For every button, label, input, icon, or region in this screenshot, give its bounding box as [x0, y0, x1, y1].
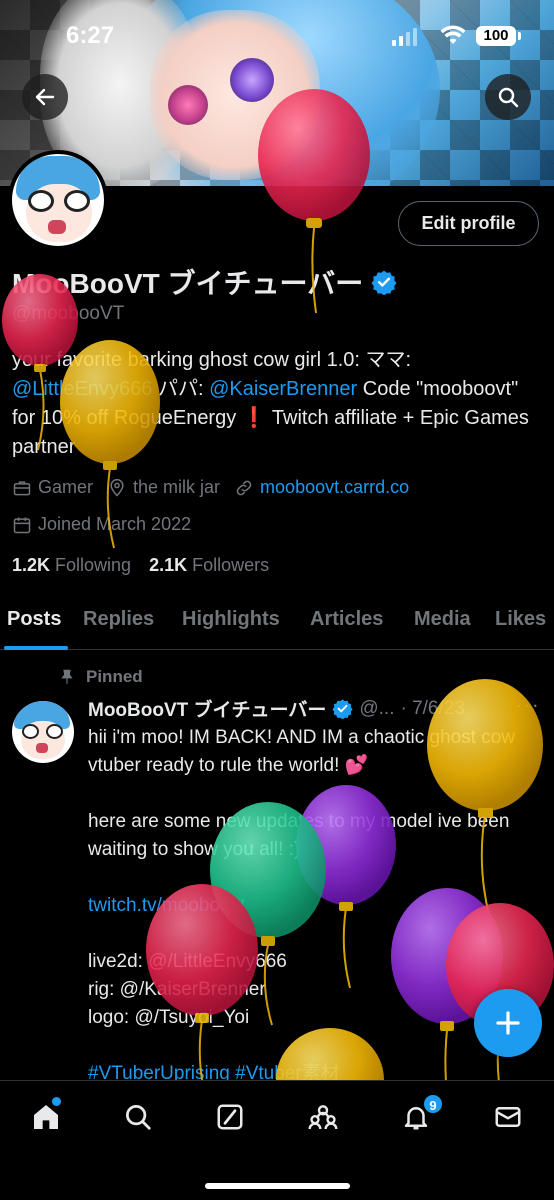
tweet-line — [88, 780, 538, 808]
tab-articles[interactable]: Articles — [310, 608, 383, 631]
pin-icon — [61, 669, 73, 684]
back-button[interactable] — [22, 74, 68, 120]
profile-name: MooBooVT ブイチューバー — [12, 268, 364, 299]
profile-meta-row: Gamer the milk jar mooboovt.carrd.co — [12, 477, 417, 498]
signal-icon — [392, 28, 417, 46]
status-bar: 6:27 100 — [0, 22, 554, 52]
location-label: the milk jar — [133, 477, 221, 497]
tab-posts[interactable]: Posts — [7, 608, 61, 631]
profile-tabs: Posts Replies Highlights Articles Media … — [0, 600, 554, 650]
search-button[interactable] — [485, 74, 531, 120]
home-indicator — [205, 1183, 350, 1189]
followers-count: 2.1K — [149, 555, 188, 575]
compose-post-button[interactable] — [474, 989, 542, 1057]
tweet-line: here are some new updates to my model iv… — [88, 811, 510, 860]
nav-communities[interactable] — [305, 1099, 341, 1135]
avatar-mouth — [48, 220, 66, 234]
profile-avatar[interactable] — [8, 150, 108, 250]
search-icon — [126, 1105, 151, 1130]
tab-media[interactable]: Media — [414, 608, 471, 631]
communities-icon — [308, 1105, 338, 1130]
bio-text: your favorite barking ghost cow girl 1.0… — [12, 349, 412, 371]
banner-art-eye-left — [168, 85, 208, 125]
tweet-header: MooBooVT ブイチューバー @... · 7/6/23 — [88, 695, 465, 722]
tweet-avatar-mouth — [36, 743, 48, 753]
category-label: Gamer — [38, 477, 94, 497]
pinned-label: Pinned — [86, 667, 143, 686]
following-link[interactable]: 1.2K Following — [12, 555, 131, 576]
tweet-link-twitch[interactable]: twitch.tv/mooboovt — [88, 892, 538, 920]
tweet-avatar-glasses-left — [22, 724, 39, 739]
tweet-author-handle: @... — [359, 697, 395, 719]
tweet-line: rig: @/KaiserBrenner — [88, 979, 266, 1000]
wifi-icon — [440, 25, 466, 44]
bio-text-papa: パパ: — [152, 378, 210, 400]
avatar-glasses-left — [28, 190, 54, 212]
website-link[interactable]: mooboovt.carrd.co — [260, 477, 409, 498]
mail-icon — [495, 1107, 521, 1127]
followers-label: Followers — [192, 555, 270, 575]
verified-badge-icon — [332, 699, 353, 719]
nav-grok[interactable] — [212, 1099, 248, 1135]
location-pin-icon — [110, 478, 124, 497]
calendar-icon — [13, 517, 31, 533]
tweet-more-button[interactable]: ··· — [515, 692, 540, 718]
briefcase-icon — [13, 480, 31, 495]
profile-website[interactable]: mooboovt.carrd.co — [234, 477, 409, 498]
bio-mention-littleenvy[interactable]: @LittleEnvy666 — [12, 378, 152, 400]
tweet-author-name[interactable]: MooBooVT ブイチューバー — [88, 695, 326, 722]
verified-badge-icon[interactable] — [371, 269, 397, 295]
active-tab-indicator — [4, 646, 68, 650]
follow-counts: 1.2K Following 2.1K Followers — [12, 555, 269, 576]
profile-category: Gamer — [12, 477, 93, 498]
tweet-body: hii i'm moo! IM BACK! AND IM a chaotic g… — [88, 724, 538, 1088]
nav-messages[interactable] — [490, 1099, 526, 1135]
status-time: 6:27 — [66, 22, 115, 49]
battery-indicator: 100 — [476, 26, 516, 46]
edit-profile-button[interactable]: Edit profile — [398, 201, 539, 246]
tab-highlights[interactable]: Highlights — [182, 608, 280, 631]
bio-mention-kaiserbrenner[interactable]: @KaiserBrenner — [209, 378, 357, 400]
following-label: Following — [55, 555, 132, 575]
home-unread-dot — [52, 1097, 61, 1106]
following-count: 1.2K — [12, 555, 51, 575]
profile-handle: @moobooVT — [12, 303, 125, 324]
tab-likes[interactable]: Likes — [495, 608, 546, 631]
link-icon — [236, 480, 252, 495]
exclamation-emoji: ❗ — [241, 407, 267, 429]
joined-label: Joined March 2022 — [38, 514, 192, 534]
tweet-line: logo: @/Tsuyoi_Yoi — [88, 1007, 250, 1028]
profile-joined-row: Joined March 2022 — [12, 514, 199, 535]
tweet-line: hii i'm moo! IM BACK! AND IM a chaotic g… — [88, 727, 516, 776]
profile-location: the milk jar — [107, 477, 220, 498]
profile-bio: your favorite barking ghost cow girl 1.0… — [12, 346, 542, 462]
tweet-avatar[interactable] — [12, 701, 74, 763]
notifications-badge: 9 — [422, 1093, 444, 1115]
profile-name-row: MooBooVT ブイチューバー — [12, 262, 397, 302]
tweet-line — [88, 864, 538, 892]
bottom-navigation: 9 — [0, 1080, 554, 1200]
tweet-date: · 7/6/23 — [400, 697, 465, 719]
plus-icon — [496, 1011, 520, 1035]
tweet-line — [88, 1032, 538, 1060]
grok-icon — [217, 1104, 243, 1130]
profile-joined: Joined March 2022 — [12, 514, 191, 535]
tweet-line — [88, 920, 538, 948]
tab-replies[interactable]: Replies — [83, 608, 154, 631]
tweet-line: live2d: @/LittleEnvy666 — [88, 951, 287, 972]
battery-tip — [518, 32, 521, 40]
followers-link[interactable]: 2.1K Followers — [149, 555, 269, 576]
banner-art-eye-right — [230, 58, 274, 102]
pinned-indicator: Pinned — [58, 667, 143, 687]
back-arrow-icon — [35, 88, 55, 106]
avatar-glasses-right — [64, 190, 90, 212]
nav-explore[interactable] — [120, 1099, 156, 1135]
tweet-avatar-glasses-right — [46, 724, 63, 739]
search-icon — [498, 87, 519, 108]
